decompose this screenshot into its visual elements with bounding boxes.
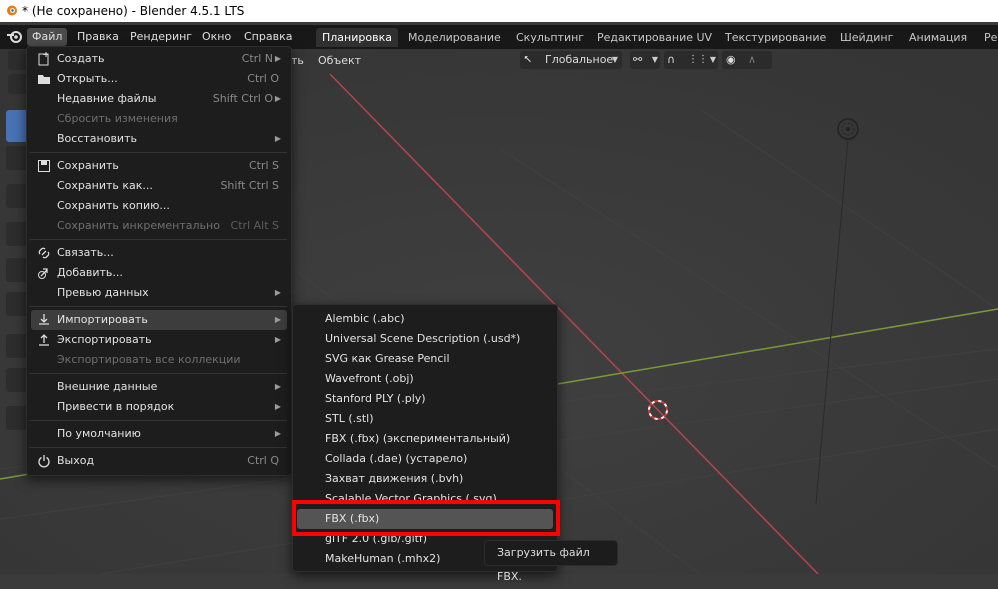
snap-increment-icon: ⋮⋮ bbox=[688, 54, 708, 65]
menu-separator bbox=[29, 239, 287, 240]
menu-window[interactable]: Окно bbox=[197, 28, 236, 46]
orientation-dropdown[interactable]: ⭦ Глобальное ▼ bbox=[520, 51, 622, 69]
chevron-down-icon: ▼ bbox=[611, 55, 618, 64]
menu-item-save-incremental: Сохранить инкрементально Ctrl Alt S bbox=[57, 219, 279, 232]
submenu-arrow-icon: ▶ bbox=[274, 288, 281, 297]
viewport-menu-tail[interactable]: ть bbox=[291, 53, 304, 69]
menu-render[interactable]: Рендеринг bbox=[125, 28, 197, 46]
tab-modeling[interactable]: Моделирование bbox=[402, 28, 507, 47]
tab-overflow[interactable]: Ре bbox=[978, 28, 998, 47]
annotation-highlight-box bbox=[292, 500, 560, 536]
menu-item-export[interactable]: Экспортировать ▶ bbox=[31, 330, 287, 350]
tab-animation[interactable]: Анимация bbox=[903, 28, 973, 47]
menu-separator bbox=[29, 152, 287, 153]
tab-uv-editing[interactable]: Редактирование UV bbox=[591, 28, 718, 47]
import-collada[interactable]: Collada (.dae) (устарело) bbox=[297, 449, 553, 469]
blender-logo-icon bbox=[7, 5, 17, 16]
blender-menu-icon[interactable] bbox=[6, 29, 24, 45]
menu-edit[interactable]: Правка bbox=[72, 28, 124, 46]
viewport-menu-object[interactable]: Объект bbox=[318, 53, 361, 69]
menu-item-data-previews[interactable]: Превью данных ▶ bbox=[31, 283, 287, 303]
menu-item-save-copy[interactable]: Сохранить копию... bbox=[31, 196, 287, 216]
export-icon bbox=[39, 334, 49, 346]
power-icon bbox=[38, 455, 50, 468]
import-svg-grease-pencil[interactable]: SVG как Grease Pencil bbox=[297, 349, 553, 369]
pivot-icon: ⚯ bbox=[633, 53, 643, 66]
menu-separator bbox=[29, 447, 287, 448]
submenu-arrow-icon: ▶ bbox=[274, 315, 281, 324]
import-bvh[interactable]: Захват движения (.bvh) bbox=[297, 469, 553, 489]
menu-item-recent[interactable]: Недавние файлы Shift Ctrl O ▶ bbox=[31, 89, 287, 109]
submenu-arrow-icon: ▶ bbox=[274, 335, 281, 344]
tab-layout[interactable]: Планировка bbox=[316, 28, 398, 47]
window-title: * (Не сохранено) - Blender 4.5.1 LTS bbox=[22, 4, 245, 18]
menu-item-clean-up[interactable]: Привести в порядок ▶ bbox=[31, 397, 287, 417]
import-alembic[interactable]: Alembic (.abc) bbox=[297, 309, 553, 329]
snap-controls[interactable]: ∩ ⋮⋮ ▼ bbox=[664, 51, 718, 69]
import-icon bbox=[39, 314, 49, 325]
folder-icon bbox=[38, 75, 50, 84]
link-icon bbox=[38, 247, 50, 259]
submenu-arrow-icon: ▶ bbox=[274, 54, 281, 63]
orientation-label: Глобальное bbox=[545, 53, 614, 66]
menu-file[interactable]: Файл bbox=[27, 28, 68, 46]
tooltip: Загрузить файл FBX. bbox=[484, 540, 618, 583]
menu-item-link[interactable]: Связать... bbox=[31, 243, 287, 263]
import-stanford-ply[interactable]: Stanford PLY (.ply) bbox=[297, 389, 553, 409]
submenu-arrow-icon: ▶ bbox=[274, 382, 281, 391]
menu-item-revert: Сбросить изменения bbox=[57, 112, 178, 125]
tab-texture-paint[interactable]: Текстурирование bbox=[719, 28, 832, 47]
menu-item-open[interactable]: Открыть... Ctrl O bbox=[31, 69, 287, 89]
menu-separator bbox=[29, 306, 287, 307]
menu-item-quit[interactable]: Выход Ctrl Q bbox=[31, 451, 287, 471]
proportional-edit-icon: ◉ bbox=[726, 53, 736, 66]
submenu-arrow-icon: ▶ bbox=[274, 94, 281, 103]
orientation-icon: ⭦ bbox=[524, 53, 532, 66]
tab-sculpting[interactable]: Скульптинг bbox=[510, 28, 590, 47]
import-usd[interactable]: Universal Scene Description (.usd*) bbox=[297, 329, 553, 349]
pivot-dropdown[interactable]: ⚯ ▼ bbox=[630, 51, 660, 69]
submenu-arrow-icon: ▶ bbox=[274, 402, 281, 411]
snap-magnet-icon: ∩ bbox=[667, 53, 676, 66]
menu-item-save[interactable]: Сохранить Ctrl S bbox=[31, 156, 287, 176]
falloff-icon: ∧ bbox=[748, 53, 757, 66]
menu-separator bbox=[29, 420, 287, 421]
menu-separator bbox=[29, 373, 287, 374]
submenu-arrow-icon: ▶ bbox=[274, 429, 281, 438]
submenu-arrow-icon: ▶ bbox=[274, 134, 281, 143]
save-icon bbox=[38, 160, 50, 172]
import-fbx-experimental[interactable]: FBX (.fbx) (экспериментальный) bbox=[297, 429, 553, 449]
menu-item-save-as[interactable]: Сохранить как... Shift Ctrl S bbox=[31, 176, 287, 196]
menu-item-defaults[interactable]: По умолчанию ▶ bbox=[31, 424, 287, 444]
file-menu: Создать Ctrl N ▶ Открыть... Ctrl O Недав… bbox=[26, 46, 292, 476]
menu-item-append[interactable]: Добавить... bbox=[31, 263, 287, 283]
append-icon bbox=[38, 268, 48, 279]
new-file-icon bbox=[38, 52, 49, 66]
menu-item-export-all-collections: Экспортировать все коллекции bbox=[57, 353, 241, 366]
window-titlebar: * (Не сохранено) - Blender 4.5.1 LTS bbox=[0, 0, 998, 22]
import-stl[interactable]: STL (.stl) bbox=[297, 409, 553, 429]
chevron-down-icon: ▼ bbox=[651, 55, 658, 64]
menu-item-external-data[interactable]: Внешние данные ▶ bbox=[31, 377, 287, 397]
menu-item-new[interactable]: Создать Ctrl N ▶ bbox=[31, 49, 287, 69]
chevron-down-icon: ▼ bbox=[709, 55, 716, 64]
menu-item-import[interactable]: Импортировать ▶ bbox=[31, 310, 287, 330]
menu-help[interactable]: Справка bbox=[239, 28, 297, 46]
tab-shading[interactable]: Шейдинг bbox=[834, 28, 899, 47]
proportional-edit-controls[interactable]: ◉ ∧ bbox=[722, 51, 772, 69]
import-wavefront-obj[interactable]: Wavefront (.obj) bbox=[297, 369, 553, 389]
menu-item-recover[interactable]: Восстановить ▶ bbox=[31, 129, 287, 149]
